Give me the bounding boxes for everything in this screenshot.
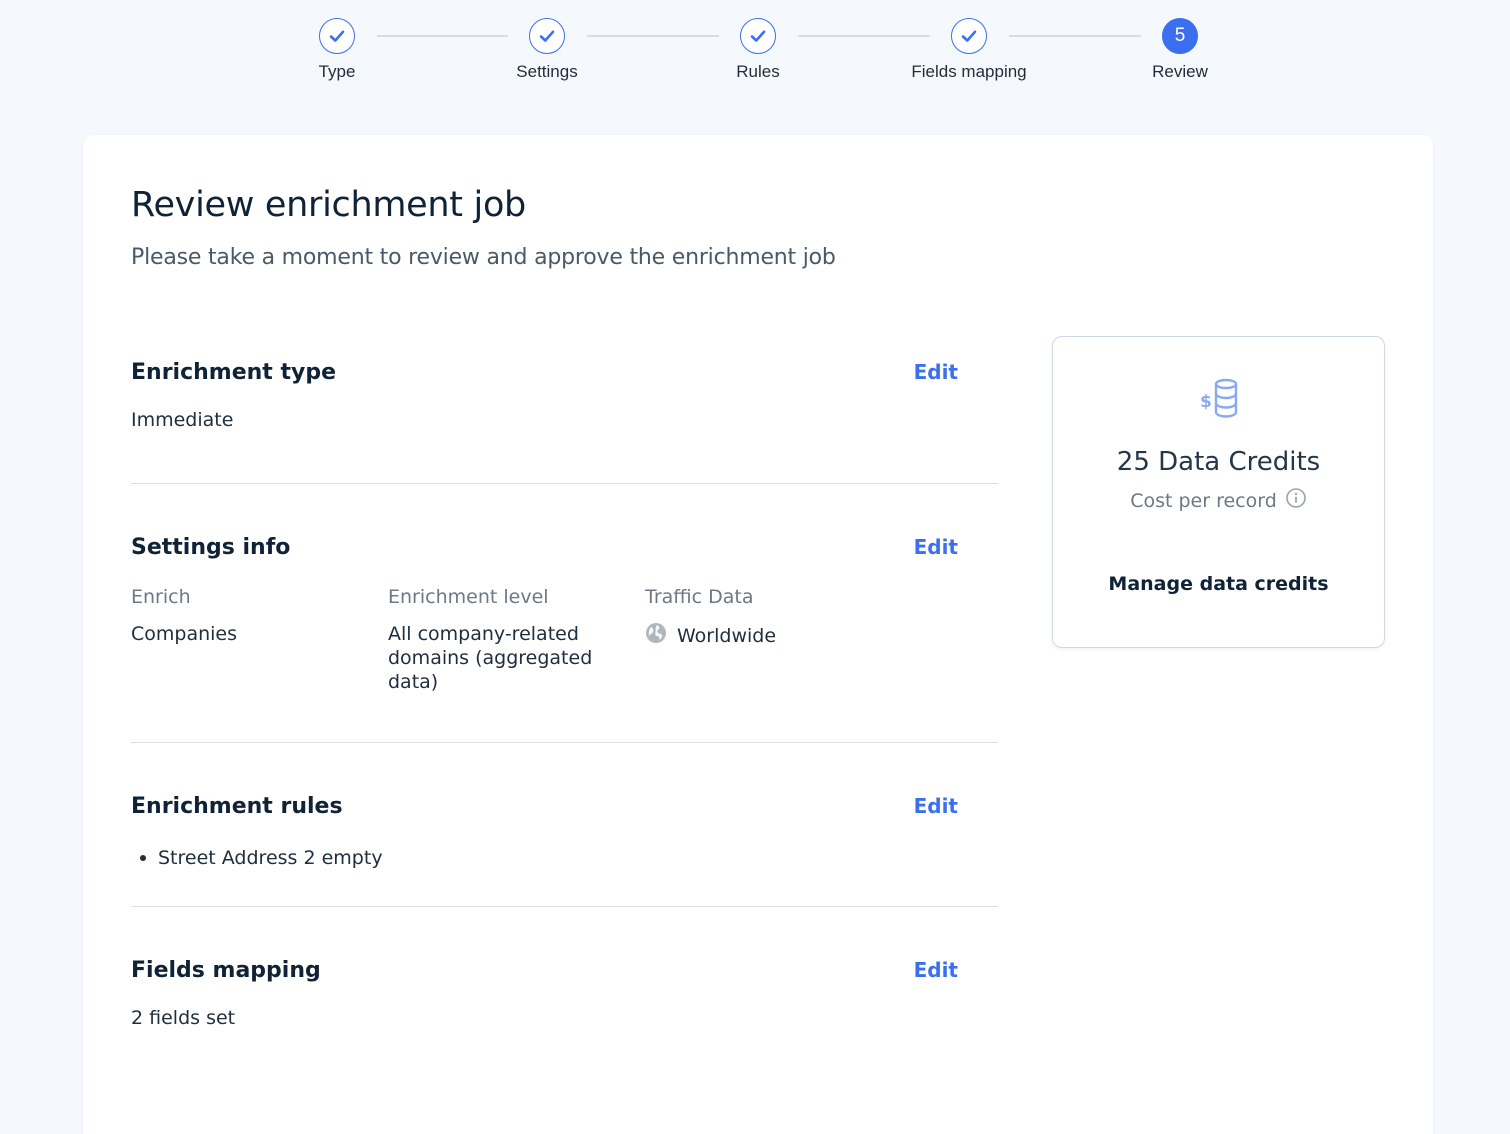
- enrichment-type-value: Immediate: [131, 409, 234, 431]
- section-title: Fields mapping: [131, 958, 321, 983]
- enrichment-level-column: Enrichment level All company-related dom…: [388, 586, 618, 694]
- bullet-icon: [140, 855, 146, 861]
- edit-fields-mapping-link[interactable]: Edit: [914, 958, 958, 982]
- section-title: Settings info: [131, 535, 291, 560]
- divider: [131, 742, 998, 743]
- enrich-label: Enrich: [131, 586, 191, 608]
- step-label: Review: [1152, 62, 1208, 81]
- section-settings-info: Settings info Edit Enrich Companies Enri…: [131, 535, 998, 706]
- list-item: Street Address 2 empty: [131, 847, 998, 869]
- page-subtitle: Please take a moment to review and appro…: [131, 245, 836, 270]
- step-settings[interactable]: Settings: [467, 18, 627, 82]
- check-icon: [529, 18, 565, 54]
- credits-panel: $ 25 Data Credits Cost per record Manage…: [1052, 336, 1385, 648]
- section-title: Enrichment rules: [131, 794, 343, 819]
- enrichment-level-value: All company-related domains (aggregated …: [388, 623, 593, 693]
- step-label: Rules: [736, 62, 780, 81]
- step-fields-mapping[interactable]: Fields mapping: [889, 18, 1049, 82]
- step-label: Fields mapping: [911, 62, 1027, 81]
- info-icon[interactable]: [1285, 487, 1307, 514]
- step-label: Type: [318, 62, 356, 81]
- section-enrichment-type: Enrichment type Edit Immediate: [131, 360, 998, 431]
- fields-mapping-value: 2 fields set: [131, 1007, 236, 1029]
- edit-enrichment-rules-link[interactable]: Edit: [914, 794, 958, 818]
- manage-data-credits-link[interactable]: Manage data credits: [1053, 573, 1384, 595]
- traffic-data-row: Worldwide: [645, 622, 875, 650]
- section-fields-mapping: Fields mapping Edit 2 fields set: [131, 958, 998, 1029]
- rule-text: Street Address 2 empty: [158, 847, 383, 869]
- cost-per-record-label: Cost per record: [1130, 489, 1277, 512]
- svg-text:$: $: [1200, 392, 1212, 412]
- divider: [131, 483, 998, 484]
- enrich-value: Companies: [131, 623, 238, 645]
- edit-settings-info-link[interactable]: Edit: [914, 535, 958, 559]
- traffic-data-label: Traffic Data: [645, 586, 754, 608]
- edit-enrichment-type-link[interactable]: Edit: [914, 360, 958, 384]
- traffic-data-value: Worldwide: [677, 625, 777, 647]
- enrichment-level-label: Enrichment level: [388, 586, 549, 608]
- divider: [131, 906, 998, 907]
- coins-dollar-icon: $: [1199, 377, 1243, 425]
- section-title: Enrichment type: [131, 360, 336, 385]
- step-review[interactable]: 5 Review: [1100, 18, 1260, 82]
- step-number-badge: 5: [1162, 18, 1198, 54]
- section-enrichment-rules: Enrichment rules Edit Street Address 2 e…: [131, 794, 998, 869]
- review-card: Review enrichment job Please take a mome…: [83, 135, 1433, 1134]
- cost-per-record-row: Cost per record: [1053, 487, 1384, 514]
- check-icon: [951, 18, 987, 54]
- step-rules[interactable]: Rules: [678, 18, 838, 82]
- check-icon: [740, 18, 776, 54]
- progress-stepper: Type Settings Rules Fields mapping 5 Rev…: [0, 18, 1510, 98]
- page-title: Review enrichment job: [131, 185, 526, 225]
- step-label: Settings: [516, 62, 578, 81]
- traffic-data-column: Traffic Data Worldwide: [645, 586, 875, 650]
- step-type[interactable]: Type: [257, 18, 417, 82]
- check-icon: [319, 18, 355, 54]
- globe-icon: [645, 622, 667, 650]
- enrich-column: Enrich Companies: [131, 586, 361, 646]
- credits-amount: 25 Data Credits: [1116, 447, 1321, 477]
- settings-columns: Enrich Companies Enrichment level All co…: [131, 586, 998, 706]
